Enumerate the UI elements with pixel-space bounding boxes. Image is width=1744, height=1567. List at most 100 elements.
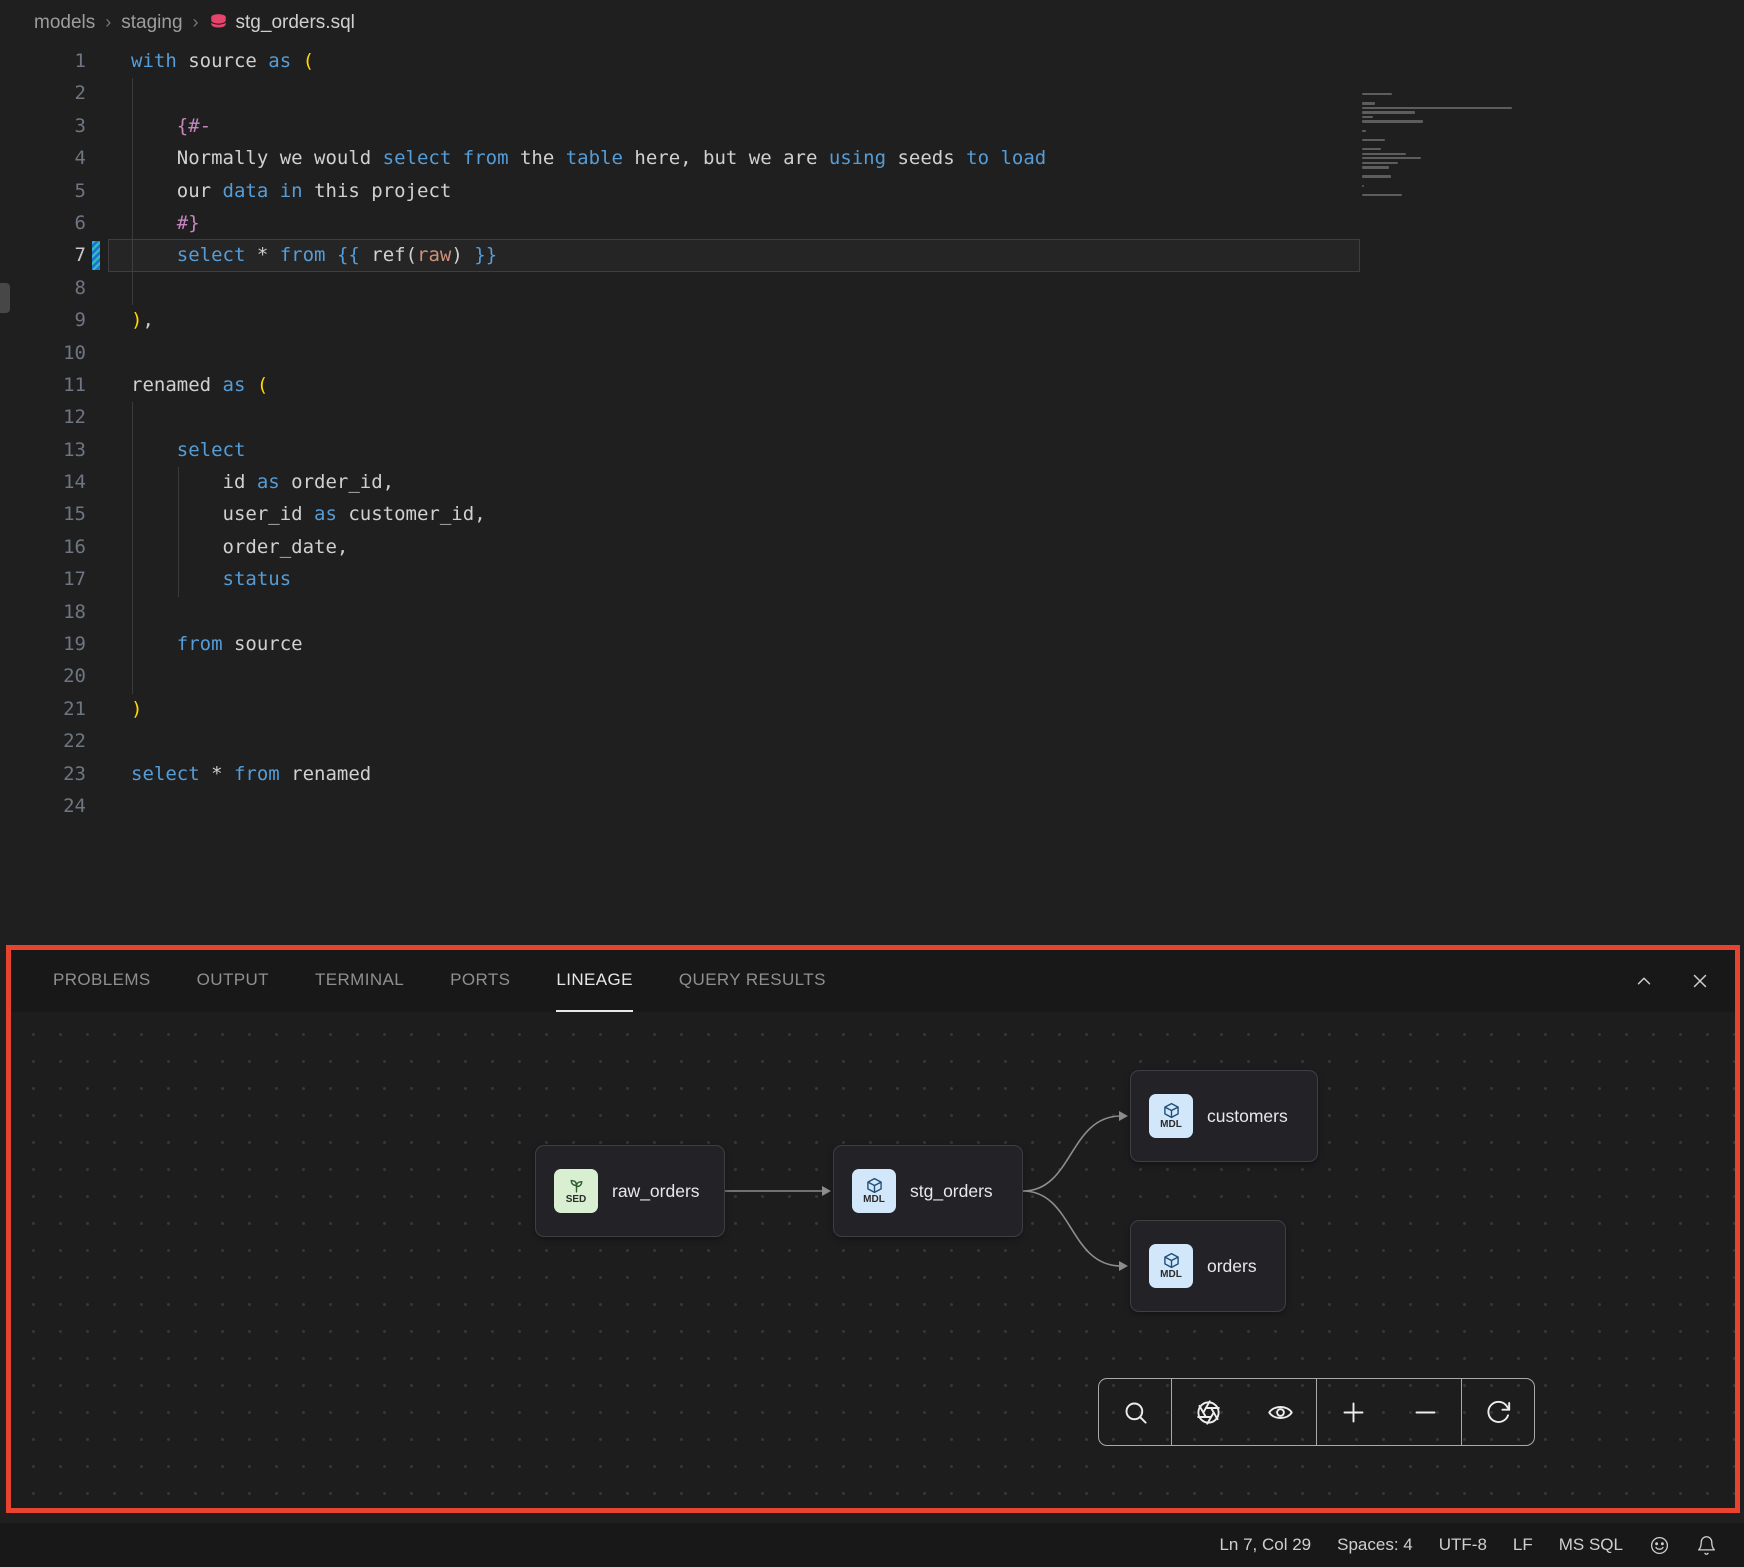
node-label: stg_orders — [910, 1181, 993, 1202]
code-line-10[interactable]: 10 — [0, 337, 1744, 369]
code-text: renamed as ( — [131, 369, 268, 401]
lineage-canvas[interactable]: SED raw_orders MDL stg_orders — [11, 1012, 1735, 1508]
node-label: orders — [1207, 1256, 1257, 1277]
eol-setting[interactable]: LF — [1500, 1523, 1546, 1567]
code-text: id as order_id, — [131, 466, 394, 498]
zoom-in-button[interactable] — [1316, 1379, 1389, 1445]
code-text: {#- — [131, 110, 211, 142]
refresh-button[interactable] — [1461, 1379, 1534, 1445]
gutter — [86, 337, 131, 369]
model-badge-label: MDL — [863, 1195, 885, 1205]
code-editor[interactable]: 1with source as (23 {#-4 Normally we wou… — [0, 45, 1744, 945]
code-line-7[interactable]: 7 select * from {{ ref(raw) }} — [0, 239, 1744, 271]
line-number: 18 — [0, 596, 86, 628]
line-number: 10 — [0, 337, 86, 369]
lineage-node-raw-orders[interactable]: SED raw_orders — [535, 1145, 725, 1237]
line-number: 21 — [0, 693, 86, 725]
breadcrumb-separator: › — [105, 12, 111, 33]
code-text: ), — [131, 304, 154, 336]
gutter-decoration-icon — [92, 241, 100, 269]
gutter — [86, 596, 131, 628]
code-text: our data in this project — [131, 175, 451, 207]
line-number: 15 — [0, 498, 86, 530]
close-icon — [1689, 970, 1711, 992]
code-line-17[interactable]: 17 status — [0, 563, 1744, 595]
panel-tabbar: PROBLEMS OUTPUT TERMINAL PORTS LINEAGE QUERY … — [11, 950, 1735, 1012]
code-line-1[interactable]: 1with source as ( — [0, 45, 1744, 77]
database-icon — [209, 13, 228, 32]
gutter — [86, 175, 131, 207]
code-line-19[interactable]: 19 from source — [0, 628, 1744, 660]
panel-actions — [1629, 966, 1715, 996]
model-badge-label: MDL — [1160, 1270, 1182, 1280]
line-number: 9 — [0, 304, 86, 336]
indentation-setting[interactable]: Spaces: 4 — [1324, 1523, 1426, 1567]
panel-tab-ports[interactable]: PORTS — [450, 950, 510, 1012]
code-line-12[interactable]: 12 — [0, 401, 1744, 433]
search-button[interactable] — [1099, 1379, 1171, 1445]
gutter — [86, 563, 131, 595]
cursor-position[interactable]: Ln 7, Col 29 — [1206, 1523, 1324, 1567]
focus-mode-button[interactable] — [1171, 1379, 1244, 1445]
code-line-23[interactable]: 23select * from renamed — [0, 758, 1744, 790]
visibility-button[interactable] — [1244, 1379, 1316, 1445]
code-line-11[interactable]: 11 renamed as ( — [0, 369, 1744, 401]
line-number: 1 — [0, 45, 86, 77]
code-line-13[interactable]: 13 select — [0, 434, 1744, 466]
code-line-8[interactable]: 8 — [0, 272, 1744, 304]
code-text: select * from renamed — [131, 758, 371, 790]
line-number: 3 — [0, 110, 86, 142]
panel-tab-lineage[interactable]: LINEAGE — [556, 950, 633, 1012]
bottom-panel: PROBLEMS OUTPUT TERMINAL PORTS LINEAGE QUERY … — [6, 945, 1740, 1513]
code-line-21[interactable]: 21) — [0, 693, 1744, 725]
gutter — [86, 498, 131, 530]
gutter — [86, 790, 131, 822]
gutter — [86, 531, 131, 563]
bell-icon — [1696, 1535, 1717, 1556]
minimap[interactable] — [1362, 93, 1518, 201]
code-line-18[interactable]: 18 — [0, 596, 1744, 628]
panel-close-button[interactable] — [1685, 966, 1715, 996]
panel-tab-problems[interactable]: PROBLEMS — [53, 950, 151, 1012]
notifications-button[interactable] — [1683, 1523, 1730, 1567]
language-mode[interactable]: MS SQL — [1546, 1523, 1636, 1567]
code-line-20[interactable]: 20 — [0, 660, 1744, 692]
line-number: 4 — [0, 142, 86, 174]
code-line-15[interactable]: 15 user_id as customer_id, — [0, 498, 1744, 530]
panel-tab-output[interactable]: OUTPUT — [197, 950, 269, 1012]
code-text: user_id as customer_id, — [131, 498, 486, 530]
lineage-node-stg-orders[interactable]: MDL stg_orders — [833, 1145, 1023, 1237]
gutter — [86, 401, 131, 433]
code-line-24[interactable]: 24 — [0, 790, 1744, 822]
code-line-16[interactable]: 16 order_date, — [0, 531, 1744, 563]
code-line-6[interactable]: 6 #} — [0, 207, 1744, 239]
line-number: 11 — [0, 369, 86, 401]
chevron-up-icon — [1633, 970, 1655, 992]
breadcrumb-staging[interactable]: staging — [121, 12, 182, 34]
left-gutter-handle[interactable] — [0, 283, 10, 313]
panel-tab-terminal[interactable]: TERMINAL — [315, 950, 404, 1012]
code-text: order_date, — [131, 531, 348, 563]
feedback-button[interactable] — [1636, 1523, 1683, 1567]
breadcrumb: models › staging › stg_orders.sql — [0, 0, 1744, 45]
code-line-22[interactable]: 22 — [0, 725, 1744, 757]
smiley-icon — [1649, 1535, 1670, 1556]
code-text: select * from {{ ref(raw) }} — [131, 239, 497, 271]
line-number: 12 — [0, 401, 86, 433]
line-number: 17 — [0, 563, 86, 595]
breadcrumb-models[interactable]: models — [34, 12, 95, 34]
zoom-out-button[interactable] — [1389, 1379, 1461, 1445]
code-line-14[interactable]: 14 id as order_id, — [0, 466, 1744, 498]
line-number: 22 — [0, 725, 86, 757]
lineage-toolbar — [1098, 1378, 1535, 1446]
seed-icon: SED — [554, 1169, 598, 1213]
lineage-node-customers[interactable]: MDL customers — [1130, 1070, 1318, 1162]
code-line-9[interactable]: 9), — [0, 304, 1744, 336]
gutter — [86, 239, 131, 271]
lineage-node-orders[interactable]: MDL orders — [1130, 1220, 1286, 1312]
code-text: status — [131, 563, 291, 595]
breadcrumb-file[interactable]: stg_orders.sql — [209, 12, 355, 34]
encoding-setting[interactable]: UTF-8 — [1426, 1523, 1500, 1567]
panel-maximize-button[interactable] — [1629, 966, 1659, 996]
panel-tab-query-results[interactable]: QUERY RESULTS — [679, 950, 826, 1012]
